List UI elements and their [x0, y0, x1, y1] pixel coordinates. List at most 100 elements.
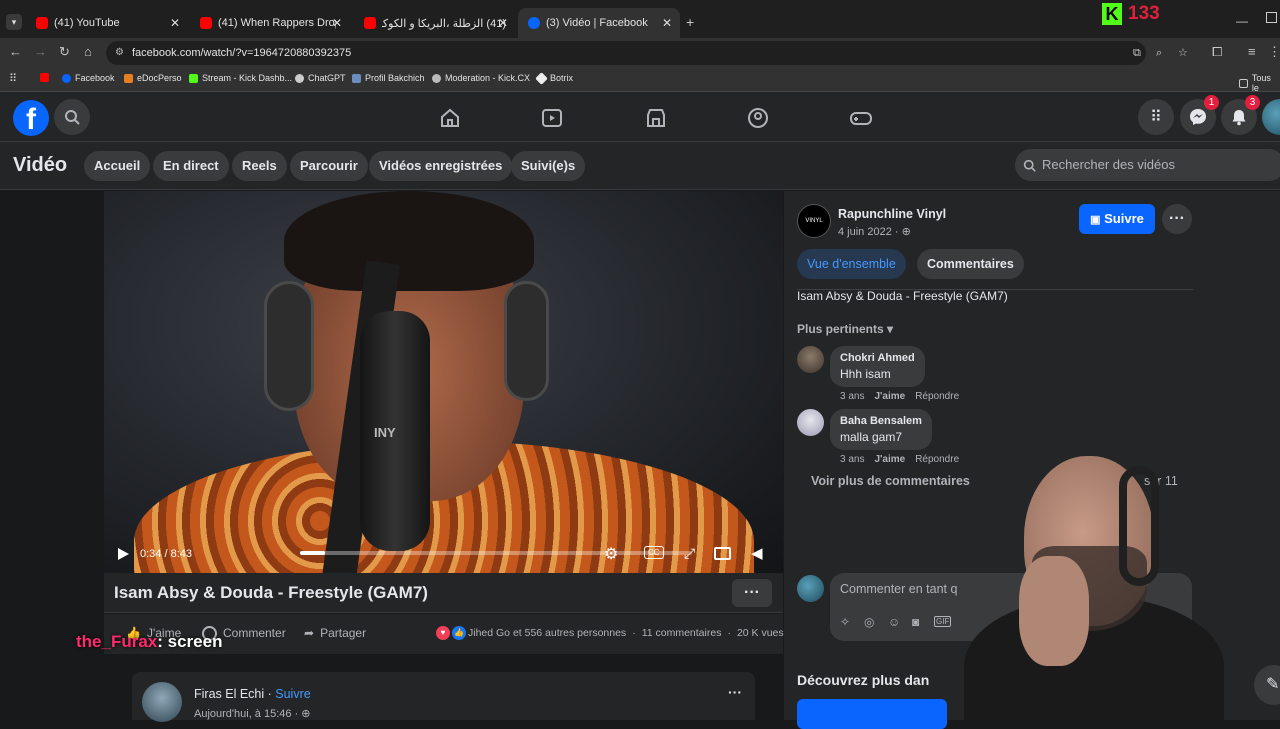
media-icon[interactable]: ≡ [1248, 44, 1256, 59]
comment-avatar[interactable] [797, 409, 824, 436]
bookmark-star-icon[interactable]: ☆ [1178, 41, 1188, 65]
comment-like-link[interactable]: J'aime [874, 391, 905, 402]
comment-author[interactable]: Chokri Ahmed [840, 352, 915, 364]
notifications-button[interactable]: 3 [1221, 95, 1260, 135]
tab-parcourir[interactable]: Parcourir [290, 151, 368, 181]
close-icon[interactable]: ✕ [332, 16, 342, 30]
profile-avatar[interactable] [1262, 99, 1280, 135]
close-icon[interactable]: ✕ [662, 16, 672, 30]
tab-vue-ensemble[interactable]: Vue d'ensemble [797, 249, 906, 279]
grid-menu-icon: ⠿ [1150, 109, 1162, 126]
settings-icon[interactable]: ⚙ [604, 544, 618, 564]
picture-in-picture-icon[interactable] [714, 547, 731, 560]
post-author-avatar[interactable] [142, 682, 182, 722]
page-name[interactable]: Rapunchline Vinyl [838, 207, 946, 221]
tab-commentaires[interactable]: Commentaires [917, 249, 1024, 279]
fullscreen-icon[interactable]: ⤢ [684, 545, 695, 562]
tab-reels[interactable]: Reels [232, 151, 287, 181]
close-icon[interactable]: ✕ [170, 16, 180, 30]
youtube-icon [364, 17, 376, 29]
search-icon [65, 110, 80, 125]
zoom-icon[interactable]: ⌕ [1156, 41, 1162, 65]
tab-suivis[interactable]: Suivi(e)s [511, 151, 586, 181]
bookmark-profil-bakchich[interactable]: Profil Bakchich [352, 73, 425, 83]
video-frame-headphone-left [264, 281, 314, 411]
bookmark-youtube[interactable] [40, 73, 49, 82]
maximize-icon[interactable] [1266, 12, 1277, 23]
forward-icon[interactable]: → [34, 44, 47, 59]
tab-en-direct[interactable]: En direct [153, 151, 229, 181]
video-search-input[interactable]: Rechercher des vidéos [1015, 149, 1280, 181]
minimize-icon[interactable]: — [1236, 14, 1248, 28]
gaming-nav-icon[interactable] [849, 106, 873, 130]
comment-text: Hhh isam [840, 367, 891, 381]
menu-button[interactable]: ⠿ [1138, 99, 1174, 135]
profile-icon[interactable]: ⋮ [1268, 44, 1280, 60]
video-nav-icon[interactable] [540, 106, 564, 130]
tab-youtube-arabic[interactable]: (41) الزطلة ،البريكا و الكوكايين خط ✕ [354, 8, 516, 38]
camera-icon[interactable]: ◙ [912, 615, 919, 629]
bookmark-botrix[interactable]: Botrix [535, 71, 573, 85]
share-button[interactable]: ➦ Partager [304, 626, 366, 640]
play-icon[interactable] [116, 547, 130, 561]
reactions-summary[interactable]: ♥ 👍 Jihed Go et 556 autres personnes · 1… [436, 626, 784, 640]
avatar-sticker-icon[interactable]: ✧ [840, 615, 850, 629]
tab-youtube-rappers[interactable]: (41) When Rappers Drop Rand ✕ [190, 8, 350, 38]
video-more-button[interactable]: ··· [732, 579, 772, 607]
video-frame-hair [284, 191, 534, 291]
follow-page-button[interactable]: ▣ Suivre [1079, 204, 1155, 234]
bookmark-moderation[interactable]: Moderation - Kick.CX [432, 73, 530, 83]
panel-more-button[interactable]: ··· [1162, 204, 1192, 234]
volume-icon[interactable]: ◀ [751, 544, 763, 562]
post-more-button[interactable]: ··· [728, 684, 742, 700]
bookmark-edocperso[interactable]: eDocPerso [124, 73, 182, 83]
comment-author[interactable]: Baha Bensalem [840, 415, 922, 427]
new-tab-button[interactable]: + [686, 14, 694, 30]
facebook-logo[interactable]: f [13, 100, 49, 136]
post-follow-link[interactable]: Suivre [275, 687, 310, 701]
bookmark-kick-dashboard[interactable]: Stream - Kick Dashb... [189, 73, 292, 83]
messenger-button[interactable]: 1 [1180, 95, 1219, 135]
views-count: 20 K vues [736, 627, 784, 639]
page-avatar[interactable]: VINYL [797, 204, 831, 238]
tab-videos-enregistrees[interactable]: Vidéos enregistrées [369, 151, 513, 181]
video-player[interactable]: INY 0:34 / 8:43 ⚙ CC ⤢ ◀ [104, 191, 783, 573]
sticker-icon[interactable]: ◎ [864, 615, 874, 629]
bookmark-all[interactable]: Tous le [1239, 73, 1280, 93]
facebook-icon [528, 17, 540, 29]
emoji-icon[interactable]: ☺ [888, 615, 900, 629]
marketplace-nav-icon[interactable] [644, 106, 668, 130]
home-icon[interactable]: ⌂ [84, 44, 92, 59]
messenger-icon [1190, 109, 1206, 125]
tab-accueil[interactable]: Accueil [84, 151, 151, 181]
post-author-name[interactable]: Firas El Echi [194, 687, 264, 701]
comment-reply-link[interactable]: Répondre [915, 391, 959, 402]
tab-facebook[interactable]: (3) Vidéo | Facebook ✕ [518, 8, 680, 38]
home-nav-icon[interactable] [438, 106, 462, 130]
back-icon[interactable]: ← [9, 44, 22, 59]
tab-list-dropdown[interactable]: ▾ [6, 14, 22, 30]
bookmark-facebook[interactable]: Facebook [62, 73, 115, 83]
comments-count[interactable]: 11 commentaires [642, 627, 722, 639]
search-button[interactable] [54, 99, 90, 135]
apps-icon[interactable]: ⠿ [9, 72, 17, 85]
groups-nav-icon[interactable] [746, 106, 770, 130]
video-progress-bar[interactable] [300, 551, 692, 555]
tab-youtube[interactable]: (41) YouTube ✕ [26, 8, 188, 38]
bookmark-chatgpt[interactable]: ChatGPT [295, 73, 346, 83]
reload-icon[interactable]: ↻ [59, 44, 70, 60]
close-icon[interactable]: ✕ [498, 16, 508, 30]
comment-avatar[interactable] [797, 346, 824, 373]
reactions-text: Jihed Go et 556 autres personnes [468, 627, 627, 639]
comment-label: Commenter [223, 626, 286, 640]
url-field[interactable]: ⚙ facebook.com/watch/?v=1964720880392375… [106, 41, 1188, 65]
extensions-icon[interactable]: ⧠ [1212, 44, 1222, 60]
site-info-icon[interactable]: ⚙ [115, 41, 124, 65]
comment-time: 3 ans [840, 391, 865, 402]
comment-like-link[interactable]: J'aime [874, 454, 905, 465]
webcam-hand [1019, 556, 1089, 666]
captions-icon[interactable]: CC [644, 546, 664, 559]
sort-dropdown[interactable]: Plus pertinents ▾ [797, 322, 893, 336]
kick-viewer-count: 133 [1128, 3, 1160, 24]
install-icon[interactable]: ⧉ [1133, 41, 1141, 65]
